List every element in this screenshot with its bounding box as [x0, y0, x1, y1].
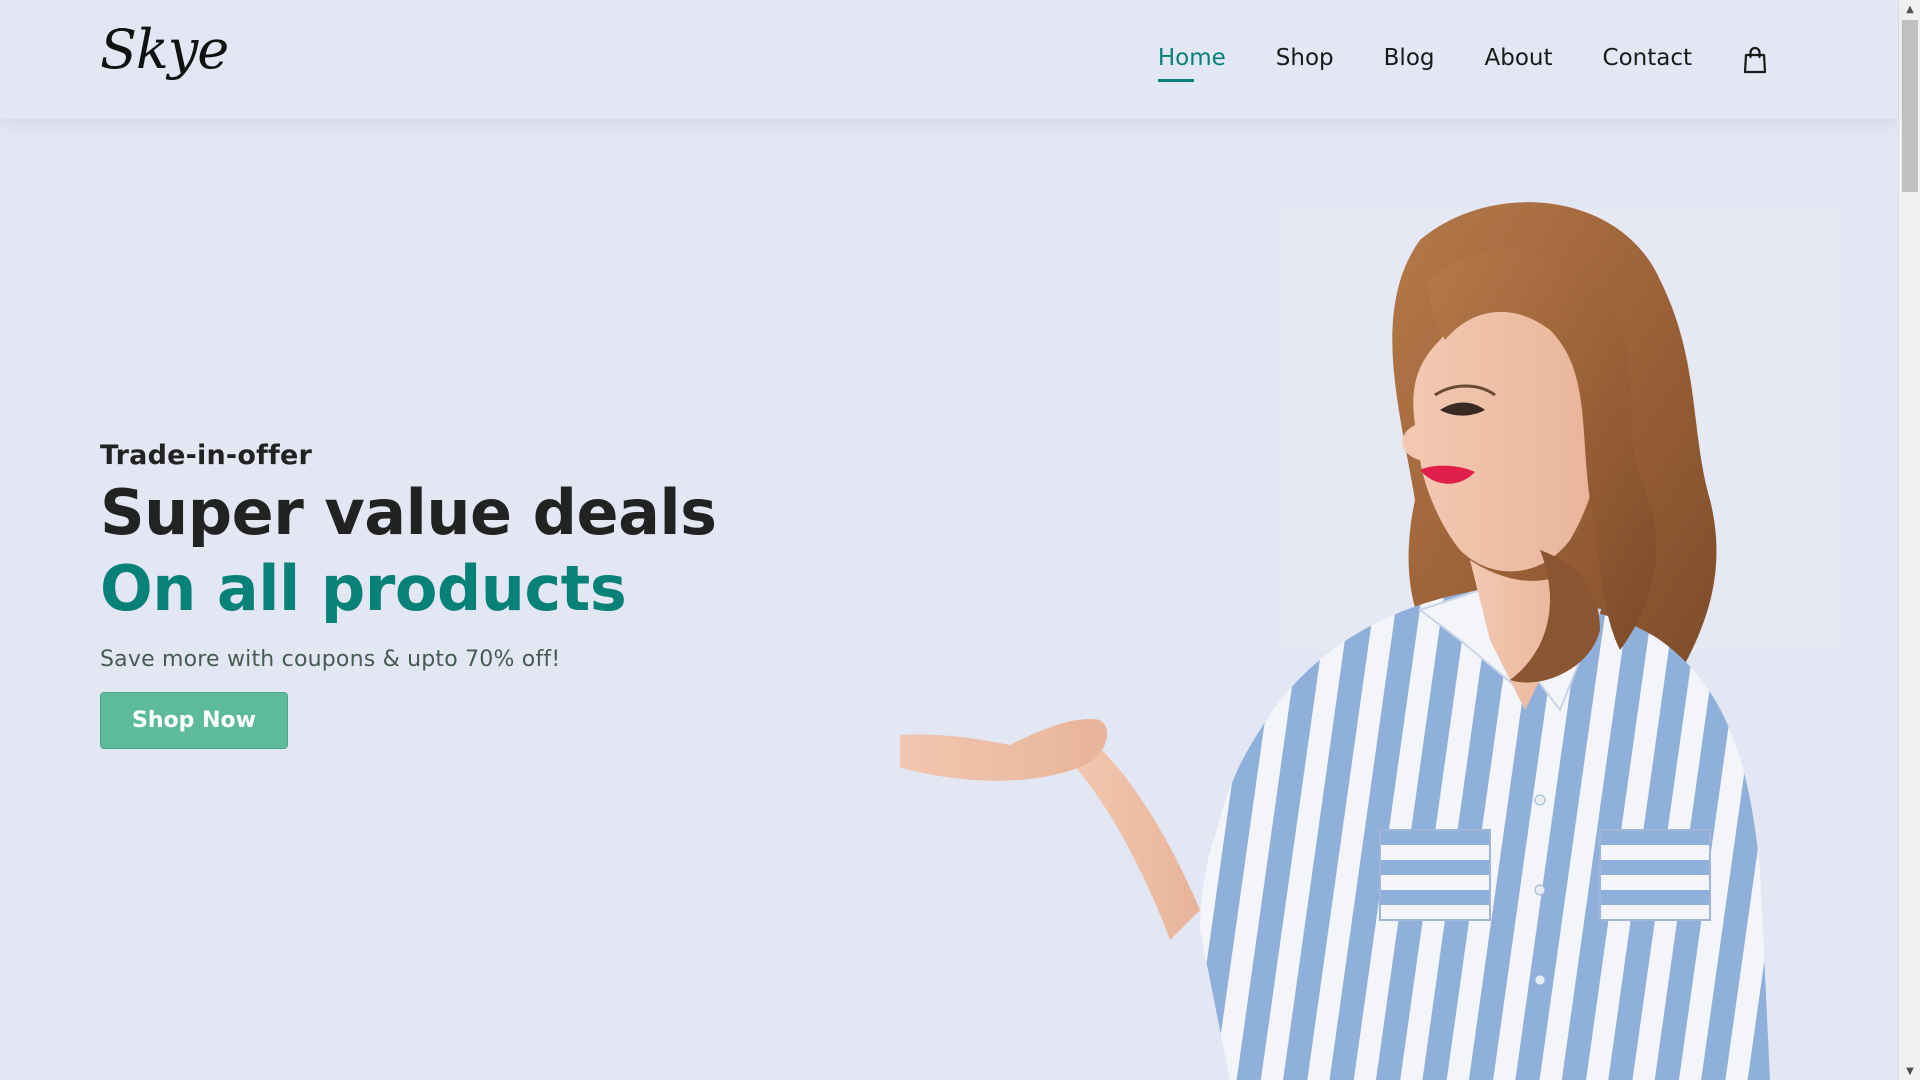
- hero-subtext: Save more with coupons & upto 70% off!: [100, 647, 561, 672]
- nav-blog[interactable]: Blog: [1384, 45, 1435, 74]
- main-nav: Home Shop Blog About Contact: [1157, 0, 1768, 119]
- hero-image: [900, 202, 1840, 1080]
- shopping-bag-icon[interactable]: [1742, 46, 1768, 74]
- shop-now-button[interactable]: Shop Now: [100, 692, 288, 749]
- scrollbar-thumb[interactable]: [1902, 20, 1918, 192]
- nav-shop[interactable]: Shop: [1276, 45, 1334, 74]
- scroll-down-arrow-icon[interactable]: ▼: [1899, 1062, 1920, 1080]
- scroll-up-arrow-icon[interactable]: ▲: [1899, 0, 1920, 18]
- site-header: Skye Home Shop Blog About Contact: [0, 0, 1898, 119]
- logo[interactable]: Skye: [100, 18, 229, 81]
- hero-eyebrow: Trade-in-offer: [100, 440, 312, 471]
- hero-section: Trade-in-offer Super value deals On all …: [100, 440, 860, 749]
- hero-headline-accent: On all products: [100, 552, 627, 625]
- nav-about[interactable]: About: [1485, 45, 1553, 74]
- page-scrollbar[interactable]: ▲ ▼: [1898, 0, 1920, 1080]
- nav-contact[interactable]: Contact: [1603, 45, 1692, 74]
- nav-home[interactable]: Home: [1157, 45, 1226, 82]
- hero-headline: Super value deals: [100, 476, 717, 549]
- page: Skye Home Shop Blog About Contact Trade-…: [0, 0, 1920, 1080]
